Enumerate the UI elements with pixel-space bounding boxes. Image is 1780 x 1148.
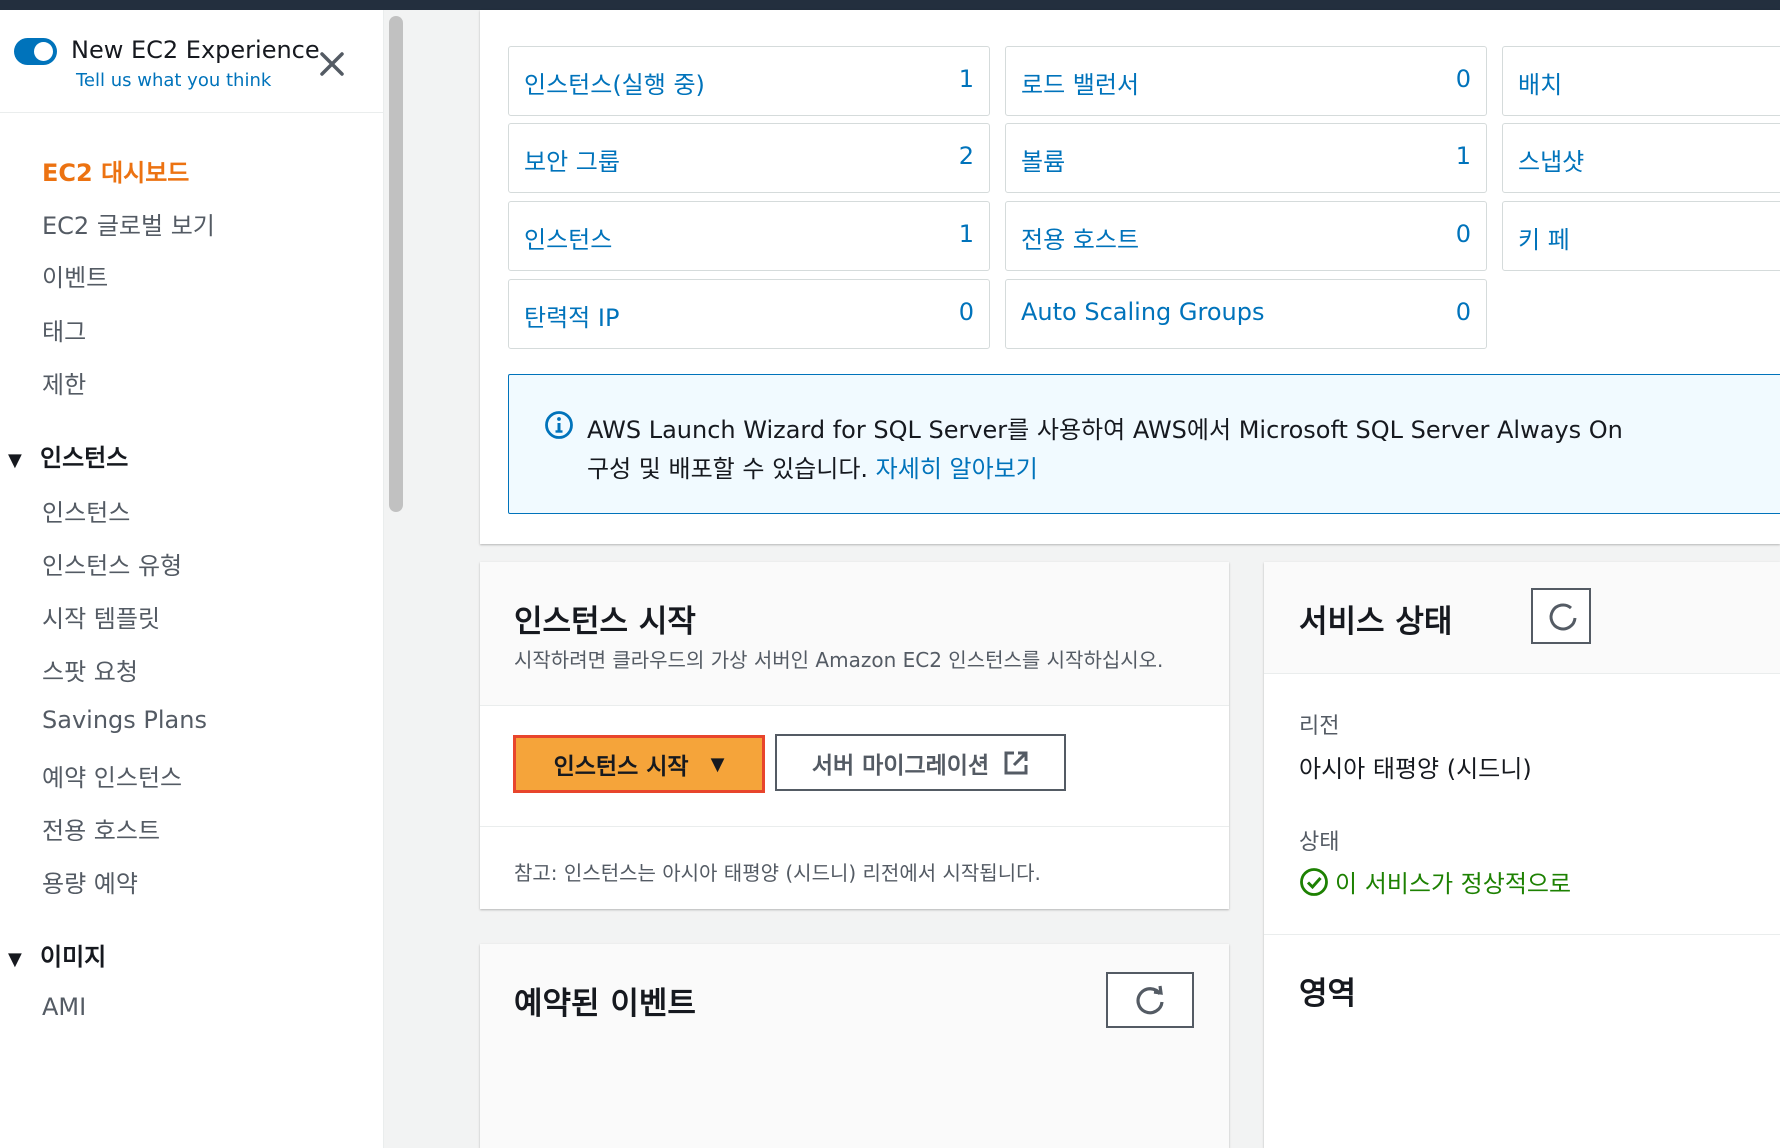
sidebar-item-ami[interactable]: AMI xyxy=(42,993,86,1021)
resource-count: 0 xyxy=(1455,298,1471,326)
launch-instance-button[interactable]: 인스턴스 시작 ▼ xyxy=(513,735,765,793)
sidebar-item-events[interactable]: 이벤트 xyxy=(42,258,108,293)
scrollbar-thumb[interactable] xyxy=(389,16,403,512)
resource-label: 탄력적 IP xyxy=(524,304,620,332)
sidebar-item-spot-requests[interactable]: 스팟 요청 xyxy=(42,652,138,687)
sidebar: New EC2 Experience Tell us what you thin… xyxy=(0,10,384,1148)
sidebar-item-reserved-instances[interactable]: 예약 인스턴스 xyxy=(42,758,182,793)
divider xyxy=(1264,934,1780,935)
info-icon xyxy=(545,411,573,439)
region-label: 리전 xyxy=(1299,714,1340,739)
launch-panel-title: 인스턴스 시작 xyxy=(514,604,696,640)
resource-label: Auto Scaling Groups xyxy=(1021,298,1265,326)
sidebar-item-capacity-reservations[interactable]: 용량 예약 xyxy=(42,864,138,899)
service-health-header: 서비스 상태 xyxy=(1264,562,1780,674)
resource-tile-snapshots[interactable]: 스냅샷 xyxy=(1502,123,1780,193)
caret-down-icon: ▼ xyxy=(710,753,725,775)
resource-label: 스냅샷 xyxy=(1518,148,1585,176)
region-value: 아시아 태평양 (시드니) xyxy=(1299,755,1532,783)
resource-label: 배치 xyxy=(1518,71,1563,99)
server-migration-button[interactable]: 서버 마이그레이션 xyxy=(775,734,1066,791)
resource-label: 키 페 xyxy=(1518,226,1570,254)
server-migration-label: 서버 마이그레이션 xyxy=(811,752,990,779)
resource-tile-dedicated-hosts[interactable]: 전용 호스트 0 xyxy=(1005,201,1487,271)
sidebar-scrollbar[interactable] xyxy=(384,10,410,1148)
caret-down-icon: ▼ xyxy=(8,949,22,970)
resource-count: 0 xyxy=(958,298,974,326)
status-value: 이 서비스가 정상적으로 xyxy=(1299,864,1571,899)
resource-tile-placement-groups[interactable]: 배치 xyxy=(1502,46,1780,116)
resource-label: 볼륨 xyxy=(1021,148,1066,176)
resource-tile-load-balancers[interactable]: 로드 밸런서 0 xyxy=(1005,46,1487,116)
sidebar-item-tags[interactable]: 태그 xyxy=(42,312,86,347)
info-message-text: 구성 및 배포할 수 있습니다. xyxy=(587,455,869,483)
sidebar-section-label: 이미지 xyxy=(40,943,107,971)
sidebar-item-launch-templates[interactable]: 시작 템플릿 xyxy=(42,599,160,634)
resource-count: 1 xyxy=(958,65,974,93)
service-health-panel: 서비스 상태 리전 아시아 태평양 (시드니) 상태 이 서비스가 정상적으로 … xyxy=(1264,562,1780,1148)
resource-count: 1 xyxy=(958,220,974,248)
toggle-knob xyxy=(34,42,53,61)
scheduled-events-refresh-button[interactable] xyxy=(1106,972,1194,1028)
info-message-line2: 구성 및 배포할 수 있습니다. 자세히 알아보기 xyxy=(587,449,1038,484)
sidebar-item-limits[interactable]: 제한 xyxy=(42,365,86,400)
top-navigation-bar xyxy=(0,0,1780,10)
resource-label: 인스턴스(실행 중) xyxy=(524,71,705,99)
resource-tile-key-pairs[interactable]: 키 페 xyxy=(1502,201,1780,271)
caret-down-icon: ▼ xyxy=(8,450,22,471)
divider xyxy=(480,826,1229,827)
resource-label: 로드 밸런서 xyxy=(1021,71,1140,99)
launch-instance-label: 인스턴스 시작 xyxy=(553,754,689,780)
info-message-line1: AWS Launch Wizard for SQL Server를 사용하여 A… xyxy=(587,416,1623,444)
sidebar-item-savings-plans[interactable]: Savings Plans xyxy=(42,706,207,734)
refresh-icon xyxy=(1136,985,1164,1015)
resource-tile-security-groups[interactable]: 보안 그룹 2 xyxy=(508,123,990,193)
new-experience-title: New EC2 Experience xyxy=(71,36,320,64)
sidebar-section-instances[interactable]: ▼ 인스턴스 xyxy=(8,438,128,473)
resource-count: 2 xyxy=(958,142,974,170)
learn-more-link[interactable]: 자세히 알아보기 xyxy=(876,455,1038,483)
check-circle-icon xyxy=(1300,867,1328,896)
refresh-icon xyxy=(1549,603,1577,631)
resource-count: 1 xyxy=(1455,142,1471,170)
launch-region-note: 참고: 인스턴스는 아시아 태평양 (시드니) 리전에서 시작됩니다. xyxy=(514,861,1041,885)
service-health-title: 서비스 상태 xyxy=(1299,604,1453,640)
external-link-icon xyxy=(1004,751,1028,774)
resource-tile-auto-scaling-groups[interactable]: Auto Scaling Groups 0 xyxy=(1005,279,1487,349)
close-icon[interactable] xyxy=(314,46,350,82)
new-experience-toggle[interactable] xyxy=(14,38,57,65)
resource-count: 0 xyxy=(1455,65,1471,93)
scheduled-events-title: 예약된 이벤트 xyxy=(514,986,696,1022)
launch-instance-panel: 인스턴스 시작 시작하려면 클라우드의 가상 서버인 Amazon EC2 인스… xyxy=(480,562,1229,909)
sidebar-item-ec2-dashboard[interactable]: EC2 대시보드 xyxy=(42,153,189,188)
launch-panel-description: 시작하려면 클라우드의 가상 서버인 Amazon EC2 인스턴스를 시작하십… xyxy=(514,648,1164,672)
status-text: 이 서비스가 정상적으로 xyxy=(1335,870,1572,898)
launch-panel-header: 인스턴스 시작 시작하려면 클라우드의 가상 서버인 Amazon EC2 인스… xyxy=(480,562,1229,706)
service-health-refresh-button[interactable] xyxy=(1531,588,1591,644)
resource-tile-elastic-ips[interactable]: 탄력적 IP 0 xyxy=(508,279,990,349)
resource-tile-volumes[interactable]: 볼륨 1 xyxy=(1005,123,1487,193)
new-experience-banner: New EC2 Experience Tell us what you thin… xyxy=(0,10,383,113)
scheduled-events-panel: 예약된 이벤트 xyxy=(480,944,1229,1148)
resource-tile-running-instances[interactable]: 인스턴스(실행 중) 1 xyxy=(508,46,990,116)
sidebar-section-label: 인스턴스 xyxy=(40,444,129,472)
resource-label: 인스턴스 xyxy=(524,226,613,254)
sidebar-item-dedicated-hosts[interactable]: 전용 호스트 xyxy=(42,811,160,846)
sidebar-item-ec2-global-view[interactable]: EC2 글로벌 보기 xyxy=(42,206,215,241)
resource-tile-instances[interactable]: 인스턴스 1 xyxy=(508,201,990,271)
sidebar-item-instances[interactable]: 인스턴스 xyxy=(42,493,130,528)
feedback-link[interactable]: Tell us what you think xyxy=(76,70,271,91)
sidebar-item-instance-types[interactable]: 인스턴스 유형 xyxy=(42,546,182,581)
sidebar-section-images[interactable]: ▼ 이미지 xyxy=(8,937,106,972)
status-label: 상태 xyxy=(1299,830,1340,855)
resource-label: 전용 호스트 xyxy=(1021,226,1140,254)
resource-label: 보안 그룹 xyxy=(524,148,620,176)
resource-count: 0 xyxy=(1455,220,1471,248)
zones-title: 영역 xyxy=(1299,976,1357,1012)
